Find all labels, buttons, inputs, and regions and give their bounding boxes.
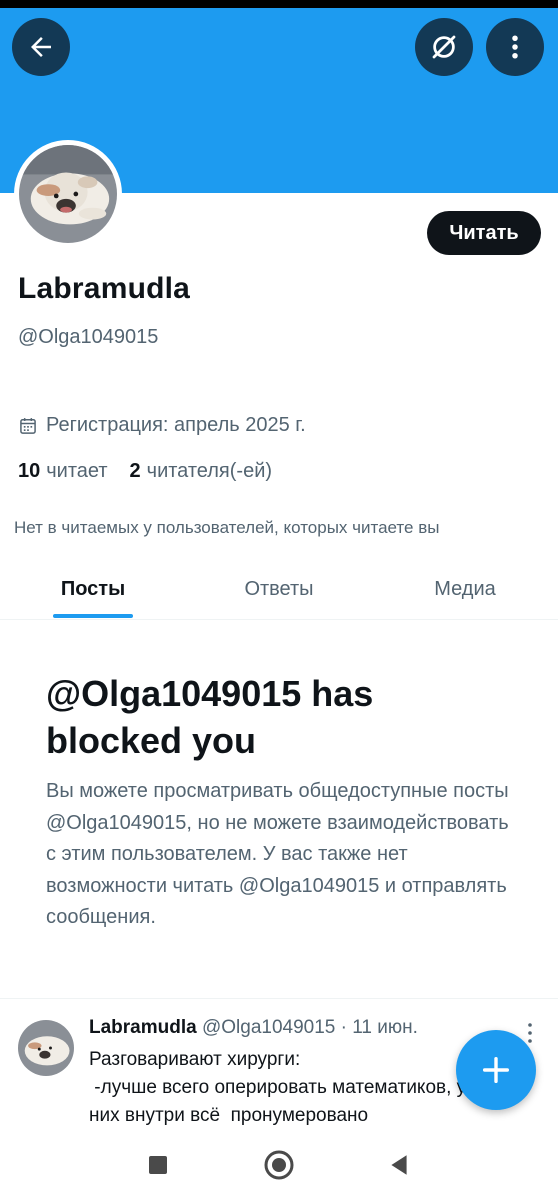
tweet-avatar[interactable] [18, 1020, 74, 1076]
square-icon [149, 1156, 167, 1174]
system-nav-bar [0, 1130, 558, 1199]
profile-tabs: Посты Ответы Медиа [0, 560, 558, 620]
plus-icon [482, 1056, 510, 1084]
grok-icon [432, 35, 456, 59]
follow-button[interactable]: Читать [427, 211, 541, 255]
tweet-author-name[interactable]: Labramudla [89, 1017, 197, 1038]
tweet-header: Labramudla @Olga1049015 · 11 июн. [89, 1017, 418, 1039]
active-tab-indicator [53, 614, 133, 618]
compose-button[interactable] [456, 1030, 536, 1110]
profile-name: Labramudla [18, 272, 191, 305]
following-link[interactable]: 10 читает [18, 460, 108, 483]
home-circle-icon [264, 1150, 294, 1180]
blocked-title: @Olga1049015 has blocked you [46, 673, 374, 761]
more-vertical-icon [512, 35, 518, 59]
tab-posts[interactable]: Посты [23, 560, 163, 619]
divider [0, 998, 558, 999]
system-back-button[interactable] [382, 1148, 416, 1182]
arrow-left-icon [31, 37, 51, 57]
back-button[interactable] [12, 18, 70, 76]
more-button[interactable] [486, 18, 544, 76]
followers-link[interactable]: 2 читателя(-ей) [130, 460, 273, 483]
dog-photo [19, 145, 117, 243]
joined-text: Регистрация: апрель 2025 г. [46, 414, 306, 436]
tab-media[interactable]: Медиа [395, 560, 535, 619]
tweet-text: Разговаривают хирурги: -лучше всего опер… [89, 1049, 466, 1126]
following-count: 10 [18, 460, 41, 482]
following-label: читает [46, 460, 108, 482]
home-button[interactable] [262, 1148, 296, 1182]
calendar-icon [20, 417, 36, 434]
profile-handle: @Olga1049015 [18, 326, 159, 348]
recents-button[interactable] [141, 1148, 175, 1182]
joined-date: Регистрация: апрель 2025 г. [18, 414, 306, 437]
followers-label: читателя(-ей) [146, 460, 273, 482]
profile-avatar[interactable] [14, 140, 122, 248]
grok-button[interactable] [415, 18, 473, 76]
status-strip [0, 0, 558, 8]
tweet-handle-time: @Olga1049015 · 11 июн. [201, 1017, 418, 1038]
triangle-back-icon [391, 1155, 407, 1175]
blocked-message: Вы можете просматривать общедоступные по… [46, 780, 509, 928]
followed-by-note: Нет в читаемых у пользователей, которых … [14, 518, 440, 537]
followers-count: 2 [129, 460, 141, 482]
follow-stats: 10 читает 2 читателя(-ей) [18, 460, 272, 483]
dog-photo [18, 1020, 74, 1076]
tab-replies[interactable]: Ответы [209, 560, 349, 619]
